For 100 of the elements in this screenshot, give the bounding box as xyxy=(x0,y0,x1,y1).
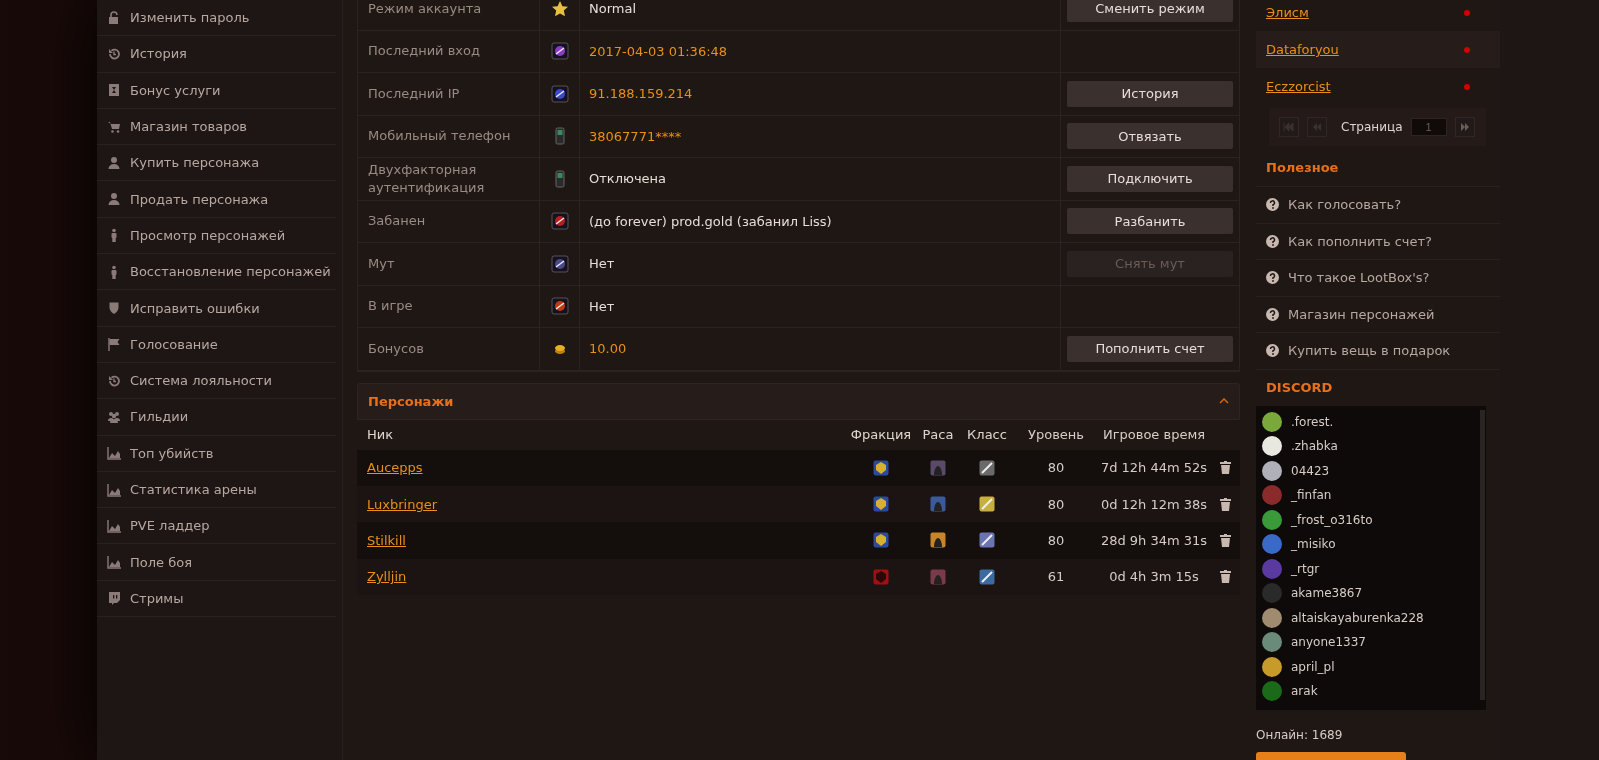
sidebar-item[interactable]: Восстановление персонажей xyxy=(97,254,336,291)
user-icon xyxy=(107,155,121,170)
help-link[interactable]: Как голосовать? xyxy=(1256,187,1500,224)
help-icon xyxy=(1266,198,1279,212)
member-name: _finfan xyxy=(1291,488,1332,503)
next-page-icon[interactable] xyxy=(1454,117,1475,137)
trash-icon[interactable] xyxy=(1219,461,1231,475)
sidebar-item[interactable]: Система лояльности xyxy=(97,362,336,400)
help-link[interactable]: Магазин персонажей xyxy=(1256,296,1500,333)
field-value: 38067771**** xyxy=(580,115,1061,157)
action-button[interactable]: Пополнить счет xyxy=(1067,335,1233,362)
avatar xyxy=(1262,485,1282,506)
level-cell-text: 80 xyxy=(1046,532,1066,548)
field-label: Режим аккаунта xyxy=(358,0,540,30)
game-icon xyxy=(550,84,569,103)
star-icon xyxy=(550,0,569,18)
class-icon xyxy=(979,459,995,476)
field-label: Последний вход xyxy=(358,30,540,72)
avatar xyxy=(1262,681,1282,702)
online-count: Онлайн: 1689 xyxy=(1256,727,1344,742)
character-link[interactable]: Zylljin xyxy=(367,569,407,585)
sidebar-item[interactable]: Продать персонажа xyxy=(97,181,336,218)
page-field[interactable]: 1 xyxy=(1410,118,1447,136)
help-icon xyxy=(1266,307,1279,321)
sidebar-item[interactable]: Изменить пароль xyxy=(97,0,336,37)
help-link[interactable]: Что такое LootBox's? xyxy=(1256,260,1500,297)
help-icon xyxy=(1266,271,1279,285)
sidebar-item[interactable]: Купить персонажа xyxy=(97,145,336,182)
game-icon xyxy=(550,42,569,61)
field-label: Мут xyxy=(358,243,540,285)
crest-icon xyxy=(873,459,889,476)
sidebar-item[interactable]: Бонус услуги xyxy=(97,72,336,109)
sidebar-item[interactable]: Поле боя xyxy=(97,544,336,581)
page-label: Страница xyxy=(1341,120,1403,134)
action-button[interactable]: Сменить режим xyxy=(1067,0,1233,22)
level-cell-text: 61 xyxy=(1046,569,1066,585)
playtime-cell-text: 7d 12h 44m 52s xyxy=(1099,460,1209,476)
member-name: _misiko xyxy=(1291,537,1336,552)
portrait-icon xyxy=(930,496,946,513)
action-button[interactable]: Отвязать xyxy=(1067,123,1233,150)
trash-icon[interactable] xyxy=(1219,570,1231,584)
avatar xyxy=(1262,411,1282,432)
sidebar-item[interactable]: Статистика арены xyxy=(97,471,336,509)
history-icon xyxy=(107,46,121,61)
member-name: .zhabka xyxy=(1291,439,1338,454)
character-link[interactable]: Aucepps xyxy=(367,460,423,476)
help-icon xyxy=(1266,234,1279,248)
sidebar-item[interactable]: PVE ладдер xyxy=(97,508,336,545)
lock-icon xyxy=(107,10,121,25)
sidebar-item[interactable]: Топ убийств xyxy=(97,435,336,472)
trash-icon[interactable] xyxy=(1219,497,1231,511)
game-icon xyxy=(550,297,569,316)
sidebar-item[interactable]: Стримы xyxy=(97,580,336,618)
field-value: (до forever) prod.gold (забанил Liss) xyxy=(580,200,1061,242)
flag-icon xyxy=(107,337,121,352)
help-link[interactable]: Как пополнить счет? xyxy=(1256,223,1500,260)
character-link[interactable]: Luxbringer xyxy=(367,496,437,512)
friend-link[interactable]: Элисм xyxy=(1266,5,1309,20)
action-button[interactable]: Подключить xyxy=(1067,165,1233,192)
sidebar-item[interactable]: Магазин товаров xyxy=(97,108,336,146)
sidebar-item[interactable]: Гильдии xyxy=(97,399,336,436)
field-label: Последний IP xyxy=(358,73,540,115)
field-label: В игре xyxy=(358,285,540,327)
trash-icon[interactable] xyxy=(1219,533,1231,547)
friend-link[interactable]: Eczzorcist xyxy=(1266,79,1331,94)
collapse-icon[interactable] xyxy=(1219,398,1229,404)
column-header: Раса xyxy=(921,427,955,442)
member-name: akame3867 xyxy=(1291,586,1363,601)
sidebar-item[interactable]: История xyxy=(97,36,336,73)
avatar xyxy=(1262,607,1282,628)
level-cell-text: 80 xyxy=(1046,460,1066,476)
sidebar-item[interactable]: Голосование xyxy=(97,326,336,363)
area-chart-icon xyxy=(107,446,121,461)
portrait-icon xyxy=(930,532,946,549)
character-link[interactable]: Stilkill xyxy=(367,532,406,548)
sidebar-item[interactable]: Просмотр персонажей xyxy=(97,217,336,255)
field-value: Нет xyxy=(580,243,1061,285)
action-button[interactable]: Разбанить xyxy=(1067,208,1233,235)
section-title: Полезное xyxy=(1256,149,1500,187)
member-name: anyone1337 xyxy=(1291,635,1366,650)
chat-icon xyxy=(107,591,121,606)
game-icon xyxy=(550,254,569,273)
sidebar-item[interactable]: Исправить ошибки xyxy=(97,290,336,327)
section-title: DISCORD xyxy=(1265,379,1334,397)
cart-icon xyxy=(107,119,121,134)
friend-link[interactable]: Dataforyou xyxy=(1266,42,1339,57)
action-button[interactable]: История xyxy=(1067,80,1233,107)
crest-icon xyxy=(873,532,889,549)
class-icon xyxy=(979,532,995,549)
field-label: Двухфакторная аутентификация xyxy=(358,158,540,200)
field-label: Забанен xyxy=(358,200,540,242)
avatar xyxy=(1262,436,1282,457)
area-chart-icon xyxy=(107,555,121,570)
crest-icon xyxy=(873,496,889,513)
field-value: Отключена xyxy=(580,158,1061,200)
help-link[interactable]: Купить вещь в подарок xyxy=(1256,333,1500,370)
playtime-cell-text: 0d 12h 12m 38s xyxy=(1099,496,1209,512)
area-chart-icon xyxy=(107,518,121,533)
column-header: Класс xyxy=(966,427,1008,442)
field-label: Мобильный телефон xyxy=(358,115,540,157)
